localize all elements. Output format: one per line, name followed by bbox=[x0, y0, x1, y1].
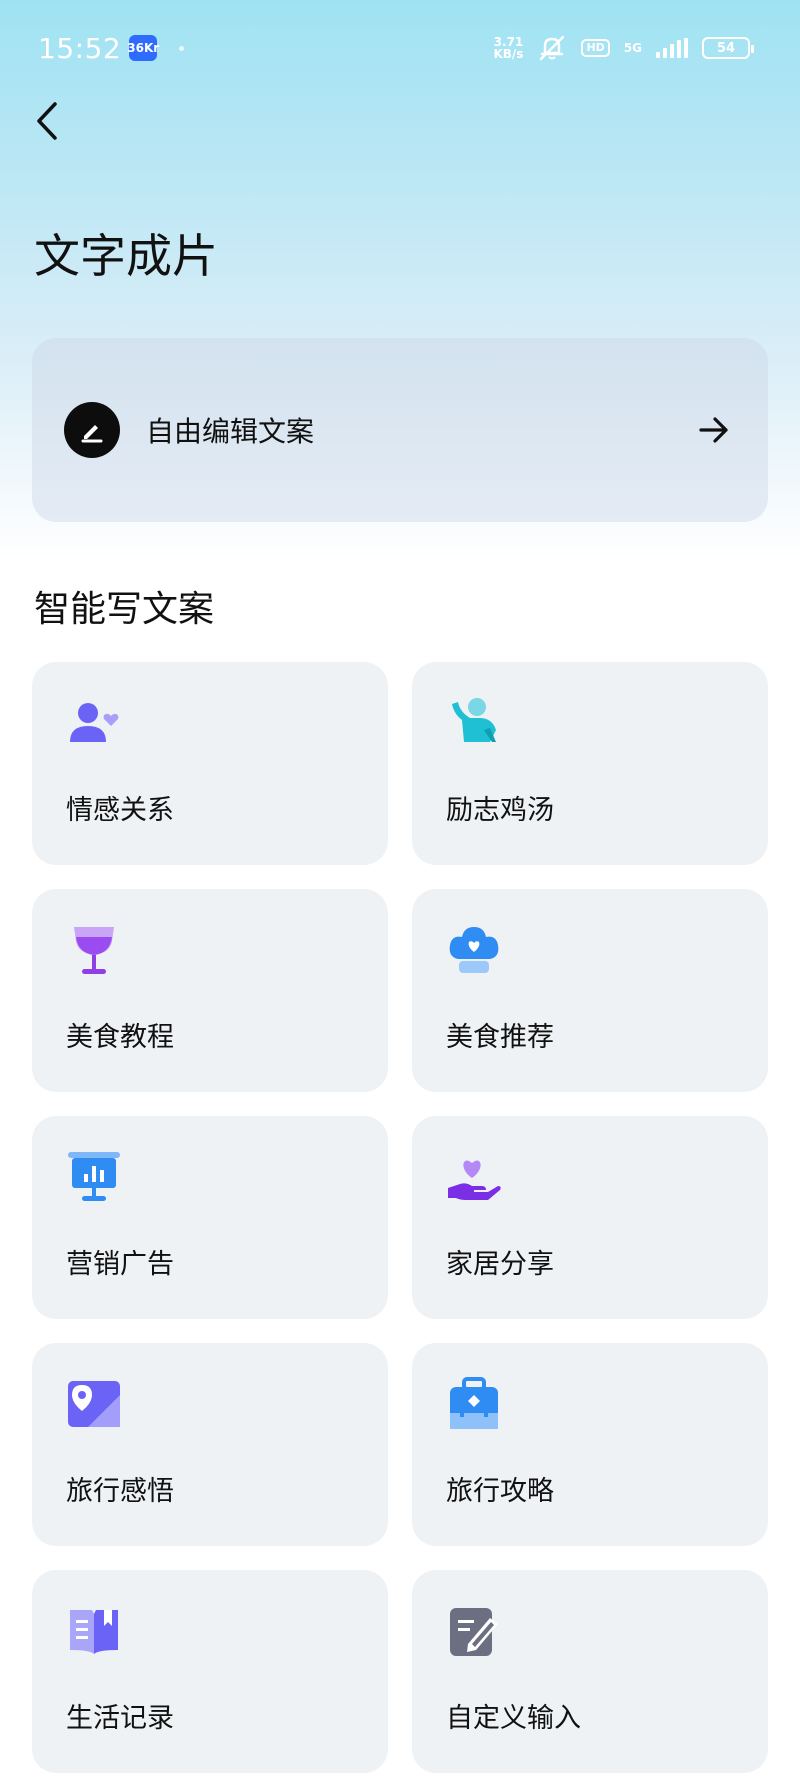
category-label: 营销广告 bbox=[66, 1249, 174, 1280]
chevron-left-icon bbox=[37, 102, 57, 140]
category-label: 美食教程 bbox=[66, 1022, 174, 1053]
category-label: 美食推荐 bbox=[446, 1022, 554, 1053]
category-label: 家居分享 bbox=[446, 1249, 554, 1280]
free-edit-card[interactable]: 自由编辑文案 bbox=[32, 338, 768, 522]
section-title: 智能写文案 bbox=[34, 589, 215, 630]
hd-badge: HD bbox=[581, 39, 610, 57]
category-label: 生活记录 bbox=[66, 1703, 174, 1734]
category-label: 旅行攻略 bbox=[446, 1476, 554, 1507]
category-card-life-record[interactable]: 生活记录 bbox=[32, 1570, 388, 1773]
back-button[interactable] bbox=[28, 96, 68, 146]
category-label: 自定义输入 bbox=[446, 1703, 581, 1734]
category-card-food-tutorial[interactable]: 美食教程 bbox=[32, 889, 388, 1092]
category-card-marketing[interactable]: 营销广告 bbox=[32, 1116, 388, 1319]
page-title: 文字成片 bbox=[34, 229, 218, 283]
category-card-home[interactable]: 家居分享 bbox=[412, 1116, 768, 1319]
net-speed: 3.71 KB/s bbox=[493, 36, 523, 60]
category-grid: 情感关系 励志鸡汤 美食教程 美食推荐 营销广告 家居分享 旅行感悟 旅行攻略 … bbox=[32, 662, 768, 1773]
waving-person-icon bbox=[452, 698, 496, 742]
mute-bell-icon bbox=[540, 35, 565, 61]
battery-level: 54 bbox=[716, 40, 736, 56]
arrow-right-icon bbox=[696, 412, 732, 448]
edit-note-icon bbox=[450, 1608, 498, 1656]
status-time: 15:52 bbox=[38, 31, 122, 65]
status-right: 3.71 KB/s HD 5G 54 bbox=[493, 35, 754, 61]
category-label: 旅行感悟 bbox=[66, 1476, 174, 1507]
pen-icon bbox=[64, 402, 120, 458]
category-card-travel-guide[interactable]: 旅行攻略 bbox=[412, 1343, 768, 1546]
notification-dot bbox=[179, 45, 185, 51]
person-heart-icon bbox=[70, 703, 119, 742]
category-label: 励志鸡汤 bbox=[446, 795, 554, 826]
status-left: 15:52 36Kr bbox=[38, 31, 185, 65]
suitcase-icon bbox=[450, 1377, 498, 1429]
map-pin-photo-icon bbox=[68, 1381, 120, 1427]
net-speed-unit: KB/s bbox=[493, 47, 524, 61]
category-card-food-recommend[interactable]: 美食推荐 bbox=[412, 889, 768, 1092]
category-card-custom-input[interactable]: 自定义输入 bbox=[412, 1570, 768, 1773]
category-card-travel-thoughts[interactable]: 旅行感悟 bbox=[32, 1343, 388, 1546]
open-book-icon bbox=[70, 1610, 118, 1654]
network-type: 5G bbox=[623, 41, 642, 55]
status-bar: 15:52 36Kr 3.71 KB/s HD 5G 54 bbox=[0, 0, 800, 96]
category-label: 情感关系 bbox=[66, 795, 174, 826]
presentation-board-icon bbox=[68, 1152, 120, 1201]
category-card-emotion[interactable]: 情感关系 bbox=[32, 662, 388, 865]
free-edit-label: 自由编辑文案 bbox=[146, 415, 315, 448]
wine-glass-icon bbox=[74, 927, 114, 974]
battery-indicator: 54 bbox=[702, 37, 754, 59]
category-card-motivation[interactable]: 励志鸡汤 bbox=[412, 662, 768, 865]
chef-hat-icon bbox=[449, 927, 499, 973]
hand-heart-icon bbox=[448, 1160, 501, 1200]
app-notification-badge: 36Kr bbox=[127, 35, 159, 61]
signal-icon bbox=[656, 38, 688, 58]
